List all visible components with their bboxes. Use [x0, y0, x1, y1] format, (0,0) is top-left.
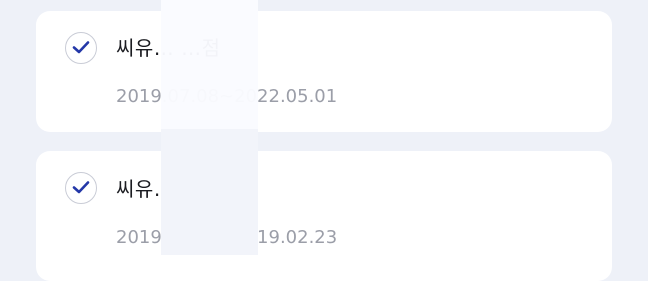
check-icon	[72, 41, 90, 54]
select-checkbox[interactable]	[65, 32, 97, 64]
redaction-overlay	[161, 129, 258, 255]
work-history-card[interactable]: 씨유… …점 2019.01.01~2019.02.23	[36, 151, 612, 281]
select-checkbox[interactable]	[65, 172, 97, 204]
check-icon	[72, 181, 90, 194]
work-history-card[interactable]: 씨유… …점 2019.07.08~2022.05.01	[36, 11, 612, 132]
